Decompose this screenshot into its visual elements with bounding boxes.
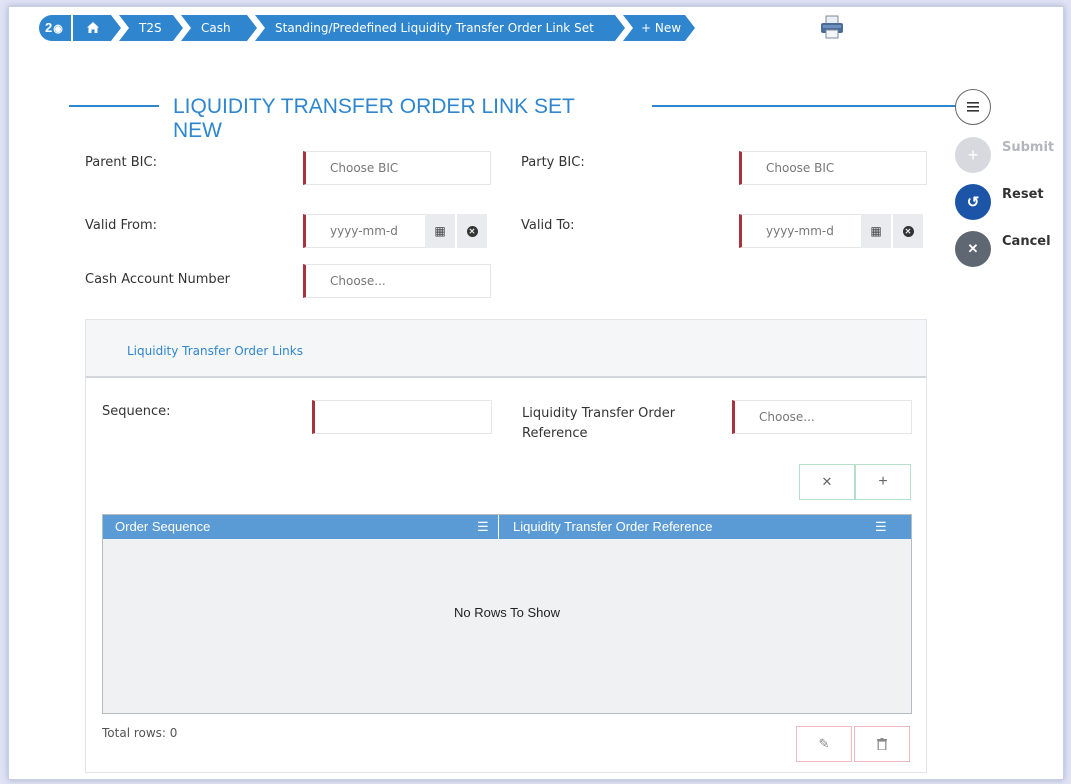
pencil-icon: ✎ <box>818 736 830 751</box>
valid-to-calendar-button[interactable]: ▦ <box>861 214 891 248</box>
party-bic-input[interactable]: Choose BIC <box>739 151 927 185</box>
party-bic-label: Party BIC: <box>521 155 585 170</box>
cash-account-input[interactable]: Choose... <box>303 264 491 298</box>
valid-from-calendar-button[interactable]: ▦ <box>425 214 455 248</box>
clear-icon: ✕ <box>902 225 914 237</box>
submit-label[interactable]: Submit <box>1002 140 1054 155</box>
page-title-line2: NEW <box>173 119 222 142</box>
print-icon[interactable] <box>819 15 845 39</box>
column-menu-icon[interactable]: ☰ <box>875 515 887 539</box>
plus-icon: + <box>967 144 979 165</box>
menu-button[interactable] <box>955 89 991 125</box>
clear-row-button[interactable]: ✕ <box>799 464 855 500</box>
calendar-icon: ▦ <box>434 224 446 238</box>
empty-grid-message: No Rows To Show <box>454 605 560 620</box>
edit-row-button[interactable]: ✎ <box>796 726 852 762</box>
valid-from-clear-button[interactable]: ✕ <box>457 214 487 248</box>
calendar-icon: ▦ <box>870 224 882 238</box>
add-row-button[interactable]: + <box>855 464 911 500</box>
cancel-button[interactable]: ✕ <box>955 231 991 267</box>
order-links-panel: Liquidity Transfer Order Links Sequence:… <box>85 319 927 773</box>
column-order-sequence[interactable]: Order Sequence <box>103 515 499 539</box>
valid-to-clear-button[interactable]: ✕ <box>893 214 923 248</box>
delete-row-button[interactable] <box>854 726 910 762</box>
crumb-t2s[interactable]: T2S <box>119 15 183 41</box>
parent-bic-label: Parent BIC: <box>85 155 157 170</box>
reference-label: Liquidity Transfer Order Reference <box>522 404 675 444</box>
clear-icon: ✕ <box>466 225 478 237</box>
undo-icon: ↺ <box>966 194 980 211</box>
trash-icon <box>877 738 887 750</box>
panel-title[interactable]: Liquidity Transfer Order Links <box>127 344 303 358</box>
submit-button[interactable]: + <box>955 137 991 173</box>
cash-account-label: Cash Account Number <box>85 272 231 287</box>
links-grid: Order Sequence ☰ Liquidity Transfer Orde… <box>102 514 912 714</box>
page-title-line1: LIQUIDITY TRANSFER ORDER LINK SET <box>173 95 575 118</box>
crumb-link-set[interactable]: Standing/Predefined Liquidity Transfer O… <box>255 15 625 41</box>
badge-count: 2 <box>45 20 53 35</box>
valid-to-label: Valid To: <box>521 218 575 233</box>
sequence-label: Sequence: <box>102 404 171 419</box>
grid-header: Order Sequence ☰ Liquidity Transfer Orde… <box>103 515 911 539</box>
reset-label[interactable]: Reset <box>1002 187 1044 202</box>
close-icon: ✕ <box>967 241 979 256</box>
open-pages-badge[interactable]: 2◉ <box>39 15 71 41</box>
title-rule-left <box>69 105 159 107</box>
column-reference[interactable]: Liquidity Transfer Order Reference <box>501 515 911 539</box>
reference-label-line2: Reference <box>522 426 588 441</box>
list-icon <box>967 102 979 112</box>
column-menu-icon[interactable]: ☰ <box>477 515 489 539</box>
title-rule-right <box>652 105 962 107</box>
cancel-label[interactable]: Cancel <box>1002 234 1051 249</box>
valid-from-label: Valid From: <box>85 218 158 233</box>
crumb-new[interactable]: + New <box>623 15 695 41</box>
reference-input[interactable]: Choose... <box>732 400 912 434</box>
crumb-cash[interactable]: Cash <box>181 15 257 41</box>
close-icon: ✕ <box>821 474 833 489</box>
reset-button[interactable]: ↺ <box>955 184 991 220</box>
plus-icon: + <box>878 473 888 490</box>
valid-to-input[interactable]: yyyy-mm-d <box>739 214 863 248</box>
app-frame: 2◉ T2S Cash Standing/Predefined Liquidit… <box>8 6 1064 780</box>
eye-icon: ◉ <box>53 23 63 35</box>
parent-bic-input[interactable]: Choose BIC <box>303 151 491 185</box>
sequence-input[interactable] <box>312 400 492 434</box>
valid-from-input[interactable]: yyyy-mm-d <box>303 214 427 248</box>
total-rows: Total rows: 0 <box>102 726 178 740</box>
home-icon <box>86 21 100 34</box>
reference-label-line1: Liquidity Transfer Order <box>522 406 676 421</box>
home-crumb[interactable] <box>73 15 121 41</box>
page-title: LIQUIDITY TRANSFER ORDER LINK SET NEW <box>173 95 643 143</box>
panel-header: Liquidity Transfer Order Links <box>86 320 926 378</box>
